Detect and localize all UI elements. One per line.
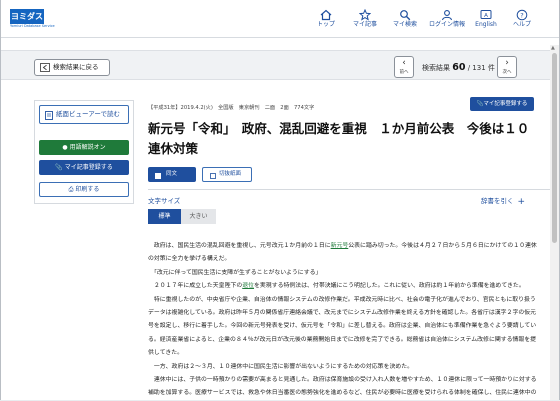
plus-icon: +: [517, 197, 526, 207]
result-current: 60: [452, 62, 466, 73]
print-button[interactable]: ⎙ 印刷する: [39, 182, 129, 197]
paragraph-text: 連休中には、子供の一時預かりの需要が高まると見通した。政府は保育施設の受け入れ人…: [148, 377, 537, 397]
result-total: / 131 件: [467, 64, 495, 72]
glossary-term-link[interactable]: 退位: [242, 283, 254, 289]
article-body: 政府は、国民生活の混乱回避を重視し、元号改元１か月前の１日に新元号公表に踏み切っ…: [148, 240, 540, 401]
glossary-term-link[interactable]: 新元号: [331, 243, 349, 249]
glossary-toggle-button[interactable]: ● 用語解説オン: [39, 140, 129, 155]
logo-mark: ヨミダス: [10, 9, 44, 24]
paragraph-text: 政府は、国民生活の混乱回避を重視し、元号改元１か月前の１日に: [148, 243, 331, 249]
my-article-register-button[interactable]: 📎 マイ記事登録する: [39, 160, 129, 175]
chevron-left-icon: ‹: [402, 58, 406, 68]
user-icon: [427, 6, 467, 21]
nav-english-label: English: [475, 21, 497, 28]
logo[interactable]: ヨミダス Yomiuri Database Service: [10, 9, 55, 30]
search-icon: [387, 6, 423, 21]
nav-my-search[interactable]: マイ検索: [387, 6, 423, 34]
clipping-page-label: 切抜紙面: [219, 171, 242, 177]
home-icon: [309, 6, 343, 21]
nav-top[interactable]: トップ: [309, 6, 343, 34]
nav-login-info-label: ログイン情報: [428, 21, 465, 28]
nav-my-search-label: マイ検索: [392, 21, 417, 28]
article-paragraph: 一方、政府は２〜３月、１０連休中に国民生活に影響が出ないようにするための対応策を…: [148, 361, 540, 374]
svg-text:A: A: [484, 13, 488, 19]
newspaper-icon: [45, 110, 53, 120]
star-icon: [347, 6, 383, 21]
glossary-label: 用語解説オン: [69, 144, 106, 151]
nav-help[interactable]: ? ヘルプ: [507, 6, 537, 34]
back-arrow-icon: [40, 63, 50, 72]
paragraph-text: 一方、政府は２〜３月、１０連休中に国民生活に影響が出ないようにするための対応策を…: [148, 363, 414, 370]
dictionary-link[interactable]: 辞書を引く +: [481, 195, 525, 207]
article-paragraph: 連休中には、子供の一時預かりの需要が高まると見通した。政府は保育施設の受け入れ人…: [148, 374, 540, 401]
font-size-standard-button[interactable]: 標準: [148, 209, 181, 224]
result-counter-prefix: 検索結果: [422, 64, 450, 72]
language-icon: A: [471, 6, 501, 21]
scroll-up-icon[interactable]: ▲: [551, 45, 555, 51]
nav-my-articles[interactable]: マイ記事: [347, 6, 383, 34]
paragraph-text: 「改元に伴って国民生活に支障が生ずることがないようにする」: [148, 269, 322, 276]
print-label: 印刷する: [75, 186, 100, 193]
chat-icon: ●: [62, 144, 70, 151]
register-my-article-button[interactable]: 📎マイ記事登録する: [470, 97, 534, 111]
nav-login-info[interactable]: ログイン情報: [427, 6, 467, 34]
paper-viewer-label: 紙面ビューアーで読む: [56, 110, 120, 118]
plain-text-label: 同文: [166, 171, 178, 177]
clipping-page-button[interactable]: 切抜紙面: [202, 167, 252, 182]
nav-top-label: トップ: [316, 21, 335, 28]
document-icon: [155, 171, 161, 179]
results-bar: 検索結果に戻る ‹ 前へ 検索結果 60 / 131 件 › 次へ: [1, 50, 559, 80]
result-counter: 検索結果 60 / 131 件: [422, 62, 495, 73]
article-meta: 【平成31年】2019.4.2(火) 全国版 東京朝刊 二面 2面 774文字: [148, 105, 315, 111]
register-my-article-label: マイ記事登録する: [483, 101, 528, 107]
help-icon: ?: [507, 6, 537, 21]
article-paragraph: 「改元に伴って国民生活に支障が生ずることがないようにする」: [148, 267, 540, 280]
paper-viewer-button[interactable]: 紙面ビューアーで読む: [39, 105, 129, 124]
svg-text:?: ?: [520, 11, 523, 19]
prev-page-button[interactable]: ‹ 前へ: [394, 56, 414, 78]
paragraph-text: 特に重視したのが、中央省庁や企業、自治体の情報システムの改修作業だ。平成改元時に…: [148, 296, 537, 357]
logo-subtitle: Yomiuri Database Service: [10, 24, 55, 28]
back-to-results-label: 検索結果に戻る: [53, 63, 99, 71]
paragraph-text: ２０１７年に成立した天皇陛下の: [148, 283, 243, 290]
paragraph-text: を実現する特例法は、付帯決議にこう明記した。これに従い、政府は約１年前から準備を…: [254, 283, 525, 290]
clipping-icon: [210, 172, 216, 179]
article-paragraph: ２０１７年に成立した天皇陛下の退位を実現する特例法は、付帯決議にこう明記した。こ…: [148, 280, 540, 293]
article-paragraph: 政府は、国民生活の混乱回避を重視し、元号改元１か月前の１日に新元号公表に踏み切っ…: [148, 240, 540, 267]
scrollbar[interactable]: ▲: [550, 45, 559, 400]
plain-text-button[interactable]: 同文: [148, 167, 196, 182]
dictionary-label: 辞書を引く: [481, 197, 514, 205]
next-page-label: 次へ: [502, 70, 512, 75]
clip-icon: 📎: [55, 164, 65, 171]
article-title: 新元号「令和」 政府、混乱回避を重視 １か月前公表 今後は１０連休対策: [148, 121, 530, 156]
divider: [148, 189, 554, 190]
left-action-panel: 紙面ビューアーで読む ● 用語解説オン 📎 マイ記事登録する ⎙ 印刷する: [34, 100, 134, 204]
nav-english[interactable]: A English: [471, 6, 501, 34]
scrollbar-thumb[interactable]: [552, 53, 557, 243]
next-page-button[interactable]: › 次へ: [497, 56, 517, 78]
article-paragraph: 特に重視したのが、中央省庁や企業、自治体の情報システムの改修作業だ。平成改元時に…: [148, 294, 540, 361]
back-to-results-button[interactable]: 検索結果に戻る: [34, 59, 110, 76]
nav-help-label: ヘルプ: [512, 21, 531, 28]
chevron-right-icon: ›: [505, 58, 509, 68]
my-article-register-label: マイ記事登録する: [64, 164, 113, 171]
font-size-label: 文字サイズ: [148, 197, 181, 205]
prev-page-label: 前へ: [399, 70, 409, 75]
nav-my-articles-label: マイ記事: [352, 21, 377, 28]
page-frame: ヨミダス Yomiuri Database Service トップ マイ記事 マ…: [0, 0, 560, 400]
top-header: ヨミダス Yomiuri Database Service トップ マイ記事 マ…: [1, 0, 559, 38]
font-size-large-button[interactable]: 大きい: [181, 209, 216, 224]
